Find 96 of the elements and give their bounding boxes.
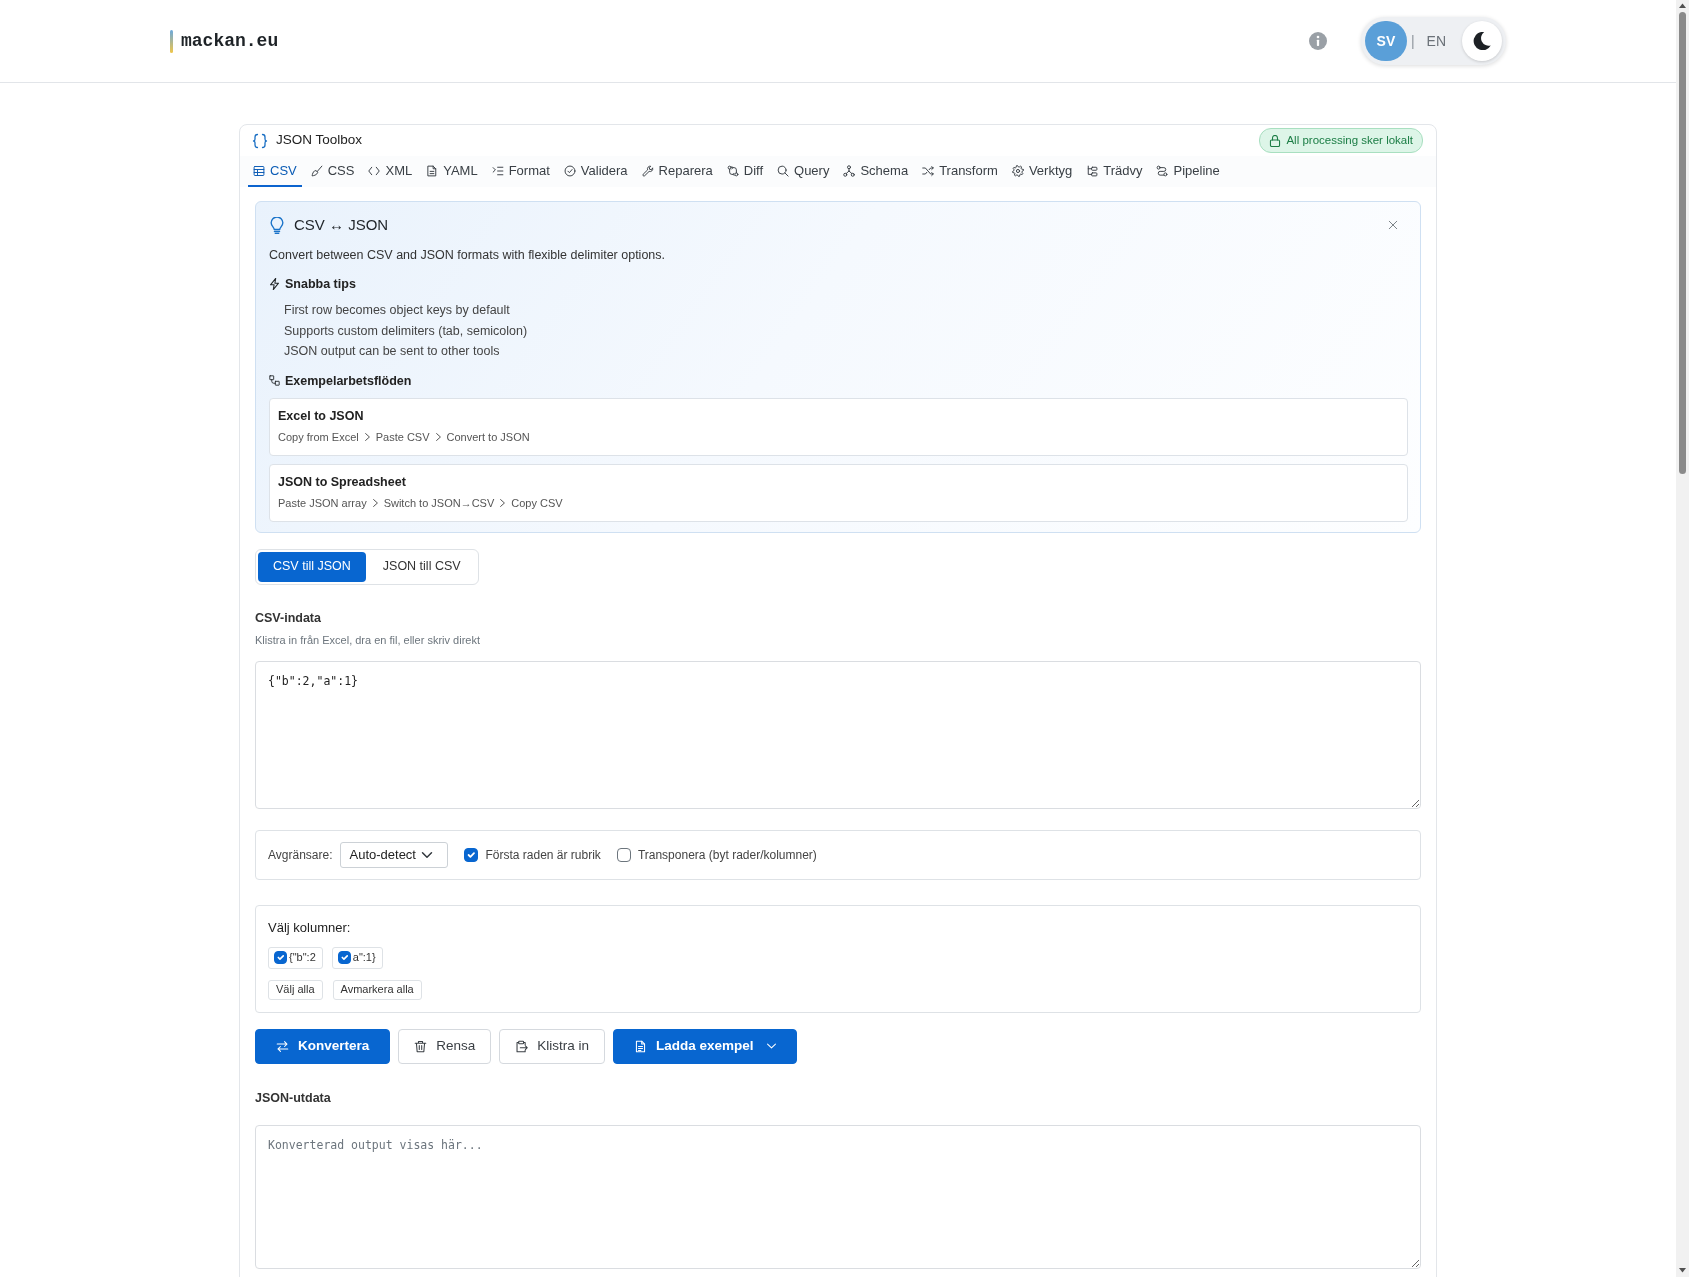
tree-icon [1086, 164, 1099, 177]
language-button[interactable]: EN [1414, 21, 1458, 61]
lightbulb-icon [269, 216, 285, 234]
workflow-card[interactable]: Excel to JSON Copy from Excel Paste CSV Convert to JSON [269, 397, 1408, 456]
small-button[interactable]: Avmarkera alla [332, 979, 422, 1000]
chevron-right-icon [435, 432, 441, 441]
wrench-icon [641, 164, 654, 177]
workflow-title: JSON to Spreadsheet [278, 473, 407, 491]
clipboard-arrow-icon [515, 1039, 529, 1053]
brush-icon [310, 164, 323, 177]
tab[interactable]: Diff [721, 156, 768, 187]
tip-text: Supports custom delimiters (tab, semicolon) [284, 322, 529, 340]
check-circle-icon [563, 164, 576, 177]
section-heading: Exempelarbetsflöden [285, 372, 412, 390]
dropdown-button[interactable]: Ladda exempel [613, 1028, 797, 1064]
column-chip[interactable]: a":1} [331, 946, 383, 969]
braces-icon [252, 132, 268, 149]
toolbox-title: JSON Toolbox [276, 131, 363, 150]
status-text: All processing sker lokalt [1286, 132, 1413, 148]
info-icon[interactable] [1308, 32, 1327, 50]
info-description: Convert between CSV and JSON formats with flexible delimiter options. [269, 247, 666, 264]
action-button[interactable]: Konvertera [255, 1028, 391, 1064]
code-icon [368, 164, 381, 177]
tip-text: JSON output can be sent to other tools [284, 343, 501, 360]
tab[interactable]: Format [486, 156, 555, 187]
workflow-step: Copy from Excel [278, 427, 359, 446]
tab[interactable]: Schema [838, 156, 914, 187]
columns-label: Välj kolumner: [268, 918, 352, 937]
moon-icon [1473, 32, 1491, 50]
compare-arrows-icon [726, 164, 739, 177]
workflow-step: Switch to JSON→CSV [383, 493, 495, 512]
workflow-card[interactable]: JSON to Spreadsheet Paste JSON array Switch to JSON→CSV Copy CSV [269, 463, 1408, 522]
small-button[interactable]: Välj alla [268, 979, 323, 1000]
chevron-right-icon [364, 432, 370, 441]
tip-text: First row becomes object keys by default [284, 302, 511, 319]
checkbox[interactable] [337, 951, 351, 964]
section-heading: Snabba tips [285, 276, 356, 293]
field-hint: Klistra in från Excel, dra en fil, eller skriv direkt [255, 632, 481, 648]
connected-squares-icon [269, 375, 280, 386]
tab[interactable]: CSV [248, 156, 302, 187]
tab[interactable]: Validera [558, 156, 633, 187]
mode-button[interactable]: JSON till CSV [367, 551, 476, 582]
tab[interactable]: Verktyg [1006, 156, 1078, 187]
output-textarea[interactable]: Konverterad output visas här... [255, 1124, 1421, 1269]
theme-toggle-button[interactable] [1462, 21, 1502, 61]
tab[interactable]: Query [772, 156, 835, 187]
checkbox[interactable] [274, 951, 287, 964]
tab[interactable]: Reparera [636, 156, 718, 187]
info-title: CSV ↔ JSON [294, 214, 389, 235]
checkbox[interactable] [616, 847, 631, 862]
table-icon [253, 164, 265, 177]
checkbox-label: Första raden är rubrik [485, 846, 601, 864]
chevron-right-icon [372, 498, 378, 507]
language-separator: | [1410, 31, 1415, 51]
close-icon [1388, 220, 1398, 230]
column-label: a":1} [352, 950, 376, 966]
field-label: JSON-utdata [255, 1089, 332, 1107]
workflow-step: Convert to JSON [446, 427, 530, 446]
route-icon [1156, 164, 1169, 177]
site-logo[interactable]: mackan.eu [181, 27, 279, 55]
indent-list-icon [491, 164, 504, 177]
search-icon [777, 164, 789, 177]
tab[interactable]: YAML [421, 156, 483, 187]
hierarchy-icon [843, 164, 856, 177]
tab[interactable]: CSS [305, 156, 360, 187]
action-button[interactable]: Klistra in [499, 1028, 606, 1064]
checkbox-label: Transponera (byt rader/kolumner) [637, 846, 817, 864]
file-text-icon [634, 1039, 648, 1053]
logo-bar-icon [170, 29, 173, 53]
file-icon [426, 164, 439, 177]
lightning-icon [269, 278, 280, 290]
delimiter-label: Avgränsare: [268, 846, 333, 864]
tab[interactable]: XML [363, 156, 418, 187]
delimiter-select[interactable]: Auto-detect [340, 841, 449, 868]
lock-icon [1269, 134, 1282, 147]
workflow-step: Paste CSV [375, 427, 430, 446]
trash-icon [414, 1039, 428, 1053]
scrollbar[interactable] [1676, 0, 1689, 1277]
input-textarea[interactable]: {"b":2,"a":1} [255, 660, 1421, 809]
caret-down-icon [766, 1043, 776, 1049]
tab[interactable]: Trädvy [1081, 156, 1148, 187]
workflow-step: Copy CSV [511, 493, 563, 512]
field-label: CSV-indata [255, 609, 322, 627]
arrows-left-right-icon [276, 1039, 289, 1053]
shuffle-icon [922, 164, 935, 177]
workflow-title: Excel to JSON [278, 407, 365, 425]
column-chip[interactable]: {"b":2 [268, 946, 323, 969]
tab[interactable]: Pipeline [1151, 156, 1225, 187]
chevron-right-icon [500, 498, 506, 507]
tab[interactable]: Transform [917, 156, 1003, 187]
action-button[interactable]: Rensa [398, 1028, 492, 1064]
mode-button[interactable]: CSV till JSON [258, 551, 366, 582]
gear-icon [1011, 164, 1024, 177]
column-label: {"b":2 [289, 950, 316, 966]
workflow-step: Paste JSON array [278, 493, 367, 512]
checkbox[interactable] [464, 847, 479, 862]
